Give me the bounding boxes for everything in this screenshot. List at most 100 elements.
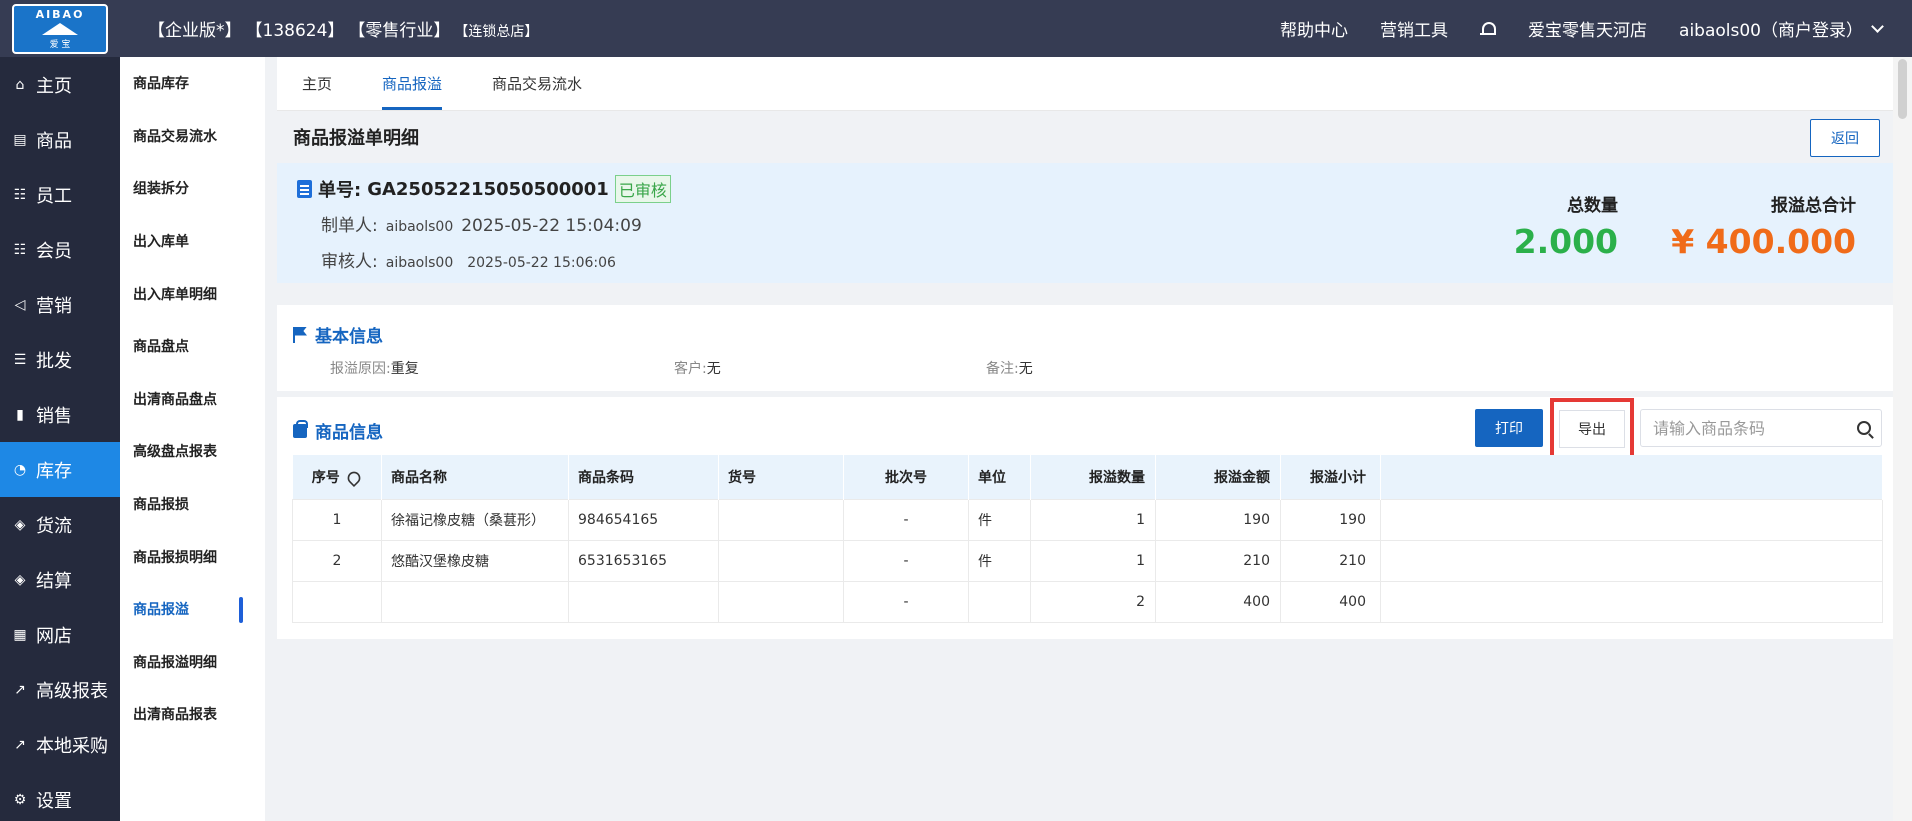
goods-table: 序号 商品名称 商品条码 货号 批次号 单位 报溢数量 报溢金额 报溢小计 1 …: [292, 455, 1883, 623]
cell-amount: 190: [1155, 498, 1281, 541]
store-name[interactable]: 爱宝零售天河店: [1528, 16, 1647, 41]
cell-barcode: 6531653165: [568, 539, 719, 582]
subnav-item[interactable]: 出入库单明细: [120, 267, 265, 320]
subnav-item[interactable]: 商品交易流水: [120, 110, 265, 163]
nav-item-home[interactable]: ⌂ 主页: [0, 57, 120, 112]
nav-item-logistics[interactable]: ◈ 货流: [0, 497, 120, 552]
wrench-icon[interactable]: [344, 468, 363, 487]
user-menu[interactable]: aibaols00（商户登录）: [1679, 16, 1884, 41]
chevron-down-icon: [1871, 19, 1884, 33]
nav-label: 商品: [36, 130, 72, 152]
subnav-item[interactable]: 出清商品报表: [120, 688, 265, 741]
nav-item-marketing[interactable]: ◁ 营销: [0, 277, 120, 332]
total-amount: 报溢总合计 ¥ 400.000: [1671, 191, 1856, 261]
table-row[interactable]: 2 悠酷汉堡橡皮糖 6531653165 - 件 1 210 210: [292, 539, 1883, 582]
tab-home[interactable]: 主页: [302, 56, 357, 110]
inventory-subnav: 商品库存 商品交易流水 组装拆分 出入库单 出入库单明细 商品盘点 出清商品盘点…: [120, 57, 265, 821]
reason-field: 报溢原因:重复: [330, 358, 419, 378]
nav-item-staff[interactable]: ☷ 员工: [0, 167, 120, 222]
tab-overflow[interactable]: 商品报溢: [357, 56, 467, 110]
order-number-label: 单号:: [318, 180, 362, 201]
export-button[interactable]: 导出: [1559, 409, 1625, 448]
help-center-link[interactable]: 帮助中心: [1280, 16, 1348, 41]
nav-item-local-purchase[interactable]: ↗ 本地采购: [0, 717, 120, 772]
nav-item-settings[interactable]: ⚙ 设置: [0, 772, 120, 821]
cell-subtotal: 210: [1280, 539, 1381, 582]
table-header-row: 序号 商品名称 商品条码 货号 批次号 单位 报溢数量 报溢金额 报溢小计: [292, 455, 1883, 499]
nav-item-inventory[interactable]: ◔ 库存: [0, 442, 120, 497]
subnav-item[interactable]: 出入库单: [120, 215, 265, 268]
edition-label: 【企业版*】: [148, 21, 242, 41]
back-button[interactable]: 返回: [1810, 119, 1880, 157]
cell-unit: 件: [968, 498, 1031, 541]
total-amount-value: ¥ 400.000: [1671, 222, 1856, 261]
subnav-item-active[interactable]: 商品报溢: [120, 583, 265, 636]
cell-qty-total: 2: [1030, 580, 1156, 623]
table-row[interactable]: 1 徐福记橡皮糖（桑葚形） 984654165 - 件 1 190 190: [292, 498, 1883, 541]
subnav-item[interactable]: 商品库存: [120, 57, 265, 110]
column-header-sku: 货号: [718, 455, 844, 499]
subnav-item[interactable]: 组装拆分: [120, 162, 265, 215]
maker-name: aibaols00: [385, 219, 454, 235]
column-header-name: 商品名称: [381, 455, 569, 499]
nav-item-online-store[interactable]: ▦ 网店: [0, 607, 120, 662]
nav-item-sales[interactable]: ▮ 销售: [0, 387, 120, 442]
logo-text: AIBAO: [35, 7, 85, 21]
nav-item-wholesale[interactable]: ☰ 批发: [0, 332, 120, 387]
megaphone-icon: ◁: [14, 296, 26, 313]
search-icon[interactable]: [1857, 421, 1871, 435]
column-header-subtotal: 报溢小计: [1280, 455, 1381, 499]
user-name: aibaols00（商户登录）: [1679, 21, 1863, 41]
main-content: 主页 商品报溢 商品交易流水 商品报溢单明细 返回 单号: GA25052215…: [277, 57, 1895, 821]
page-title: 商品报溢单明细: [293, 128, 419, 149]
subnav-item[interactable]: 商品盘点: [120, 320, 265, 373]
tab-transactions[interactable]: 商品交易流水: [467, 56, 607, 110]
document-icon: [297, 180, 312, 198]
top-bar: AIBAO 爱 宝 【企业版*】 【138624】 【零售行业】 【连锁总店】 …: [0, 0, 1912, 57]
pie-chart-icon: ◔: [13, 461, 27, 478]
order-number: GA25052215050500001: [367, 178, 609, 200]
nav-item-advanced-reports[interactable]: ↗ 高级报表: [0, 662, 120, 717]
maker-row: 制单人: aibaols00 2025-05-22 15:04:09: [321, 211, 642, 236]
status-badge: 已审核: [614, 175, 671, 203]
basic-info-heading: 基本信息: [293, 322, 383, 347]
goods-info-title: 商品信息: [315, 423, 383, 443]
nav-label: 库存: [36, 460, 72, 482]
cell-batch: -: [843, 580, 969, 623]
column-header-index: 序号: [292, 455, 382, 499]
nav-item-members[interactable]: ☷ 会员: [0, 222, 120, 277]
nav-label: 批发: [36, 350, 72, 372]
vertical-scrollbar[interactable]: [1893, 57, 1912, 821]
customer-field: 客户:无: [674, 358, 721, 378]
nav-label: 主页: [36, 75, 72, 97]
remark-value: 无: [1018, 361, 1033, 377]
barcode-search-input[interactable]: [1653, 418, 1843, 438]
nav-item-settlement[interactable]: ◈ 结算: [0, 552, 120, 607]
logo[interactable]: AIBAO 爱 宝: [0, 0, 120, 57]
bell-icon[interactable]: [1480, 20, 1497, 38]
cell-unit: 件: [968, 539, 1031, 582]
subnav-item[interactable]: 商品报损: [120, 478, 265, 531]
column-header-qty: 报溢数量: [1030, 455, 1156, 499]
cell-index: [292, 580, 382, 623]
marketing-tools-link[interactable]: 营销工具: [1380, 16, 1448, 41]
export-highlight: 导出: [1550, 398, 1634, 459]
store-type-label: 【连锁总店】: [454, 24, 539, 40]
subnav-item[interactable]: 商品报溢明细: [120, 636, 265, 689]
nav-label: 本地采购: [36, 735, 108, 757]
logo-badge: AIBAO 爱 宝: [12, 3, 108, 54]
cell-index: 2: [292, 539, 382, 582]
cell-barcode: [568, 580, 719, 623]
scrollbar-thumb[interactable]: [1898, 59, 1907, 119]
account-title: 【企业版*】 【138624】 【零售行业】 【连锁总店】: [148, 16, 538, 41]
basic-info-title: 基本信息: [315, 327, 383, 347]
total-quantity-value: 2.000: [1513, 222, 1618, 261]
subnav-item[interactable]: 出清商品盘点: [120, 373, 265, 426]
print-button[interactable]: 打印: [1475, 409, 1543, 447]
subnav-item[interactable]: 商品报损明细: [120, 530, 265, 583]
flag-icon: [293, 326, 307, 343]
subnav-item[interactable]: 高级盘点报表: [120, 425, 265, 478]
nav-item-products[interactable]: ▤ 商品: [0, 112, 120, 167]
reason-label: 报溢原因:: [330, 361, 391, 377]
nav-label: 高级报表: [36, 680, 108, 702]
